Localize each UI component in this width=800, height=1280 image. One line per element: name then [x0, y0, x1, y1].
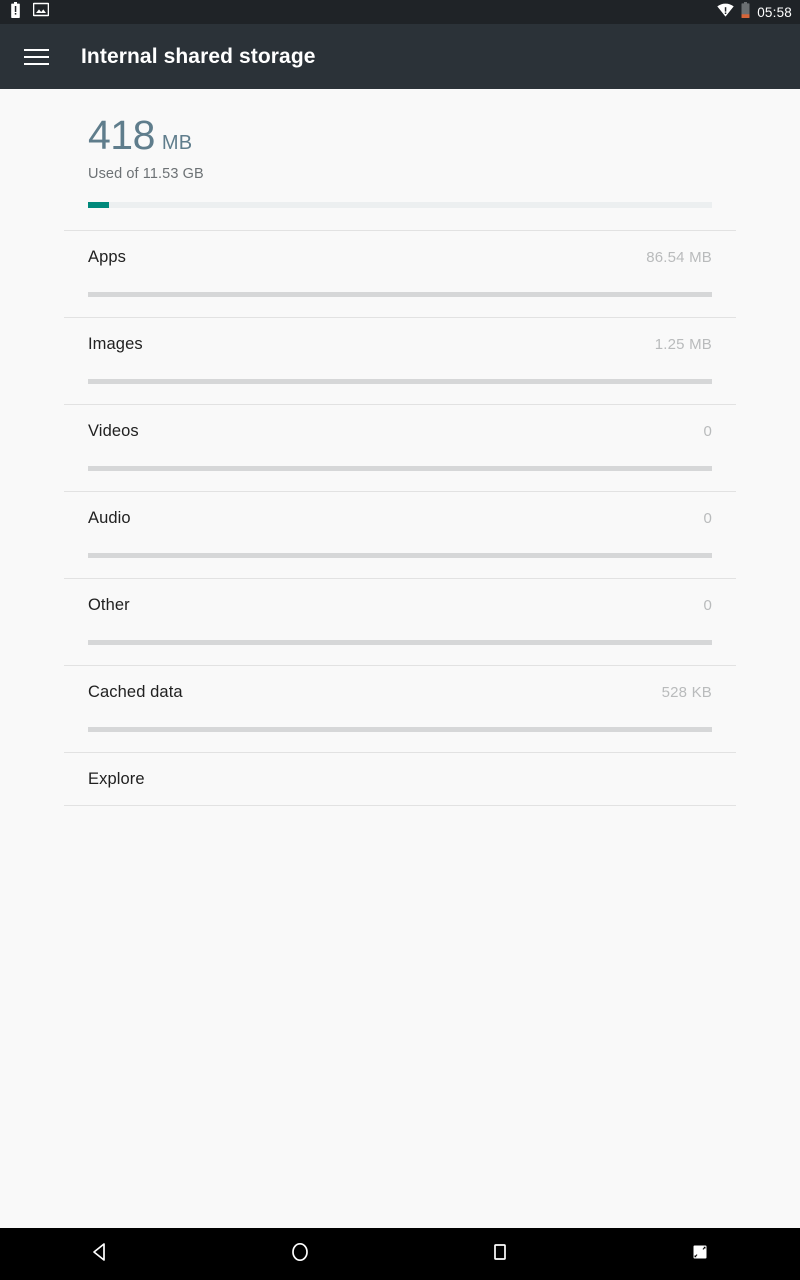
storage-row-label: Audio — [88, 508, 131, 527]
android-storage-screen: 05:58 Internal shared storage 418 MB Use… — [0, 0, 800, 1280]
battery-alert-icon — [10, 1, 21, 23]
app-bar: Internal shared storage — [0, 24, 800, 89]
storage-row-content: Images 1.25 MB — [0, 318, 800, 370]
storage-category-list: Apps 86.54 MB Images 1.25 MB Videos 0 Audio 0 Ot… — [0, 230, 800, 806]
back-button[interactable] — [60, 1228, 140, 1280]
storage-row-value: 0 — [703, 596, 712, 614]
page-title: Internal shared storage — [81, 44, 316, 68]
storage-total-label: Used of 11.53 GB — [88, 166, 204, 182]
status-bar-notifications — [10, 1, 50, 23]
storage-row-bar — [88, 553, 712, 558]
storage-used-amount: 418 — [88, 112, 155, 158]
storage-row-content: Other 0 — [0, 579, 800, 631]
storage-row-label: Videos — [88, 421, 139, 440]
storage-row-label: Images — [88, 334, 143, 353]
storage-row-bar — [88, 466, 712, 471]
recents-button[interactable] — [460, 1228, 540, 1280]
screenshot-icon — [689, 1241, 711, 1268]
storage-row-value: 0 — [703, 422, 712, 440]
storage-row-audio[interactable]: Audio 0 — [0, 492, 800, 578]
storage-row-bar — [88, 727, 712, 732]
storage-row-content: Audio 0 — [0, 492, 800, 544]
home-circle-icon — [289, 1241, 311, 1268]
storage-row-content: Cached data 528 KB — [0, 666, 800, 718]
storage-row-other[interactable]: Other 0 — [0, 579, 800, 665]
wifi-no-internet-icon — [717, 3, 734, 22]
storage-summary: 418 MB Used of 11.53 GB — [0, 89, 800, 208]
storage-progress-track — [88, 202, 712, 208]
storage-row-bar — [88, 379, 712, 384]
storage-content: 418 MB Used of 11.53 GB Apps 86.54 MB Imag… — [0, 89, 800, 1228]
navigation-bar — [0, 1228, 800, 1280]
storage-used-row: 418 MB — [88, 115, 736, 156]
storage-progress-fill — [88, 202, 110, 208]
storage-row-label: Apps — [88, 247, 127, 266]
battery-low-icon — [741, 1, 750, 23]
storage-row-value: 0 — [703, 509, 712, 527]
storage-row-content: Videos 0 — [0, 405, 800, 457]
home-button[interactable] — [260, 1228, 340, 1280]
row-divider — [64, 805, 736, 806]
status-bar-system: 05:58 — [717, 1, 792, 23]
recents-square-icon — [489, 1241, 511, 1268]
storage-row-apps[interactable]: Apps 86.54 MB — [0, 231, 800, 317]
storage-row-value: 528 KB — [661, 683, 712, 701]
screenshot-button[interactable] — [660, 1228, 740, 1280]
storage-used-unit: MB — [161, 132, 193, 154]
storage-row-value: 86.54 MB — [646, 248, 712, 266]
storage-row-label: Other — [88, 595, 130, 614]
storage-row-cached-data[interactable]: Cached data 528 KB — [0, 666, 800, 752]
storage-row-label: Cached data — [88, 682, 183, 701]
storage-row-label: Explore — [88, 769, 145, 788]
storage-row-content: Apps 86.54 MB — [0, 231, 800, 283]
storage-row-bar — [88, 640, 712, 645]
status-bar-clock: 05:58 — [757, 4, 792, 20]
hamburger-menu-icon[interactable] — [21, 42, 52, 72]
image-icon — [32, 2, 50, 22]
storage-row-videos[interactable]: Videos 0 — [0, 405, 800, 491]
back-triangle-icon — [89, 1241, 111, 1268]
status-bar: 05:58 — [0, 0, 800, 24]
storage-row-bar — [88, 292, 712, 297]
storage-row-images[interactable]: Images 1.25 MB — [0, 318, 800, 404]
storage-row-content: Explore — [0, 753, 800, 805]
storage-row-explore[interactable]: Explore — [0, 753, 800, 805]
storage-row-value: 1.25 MB — [654, 335, 712, 353]
